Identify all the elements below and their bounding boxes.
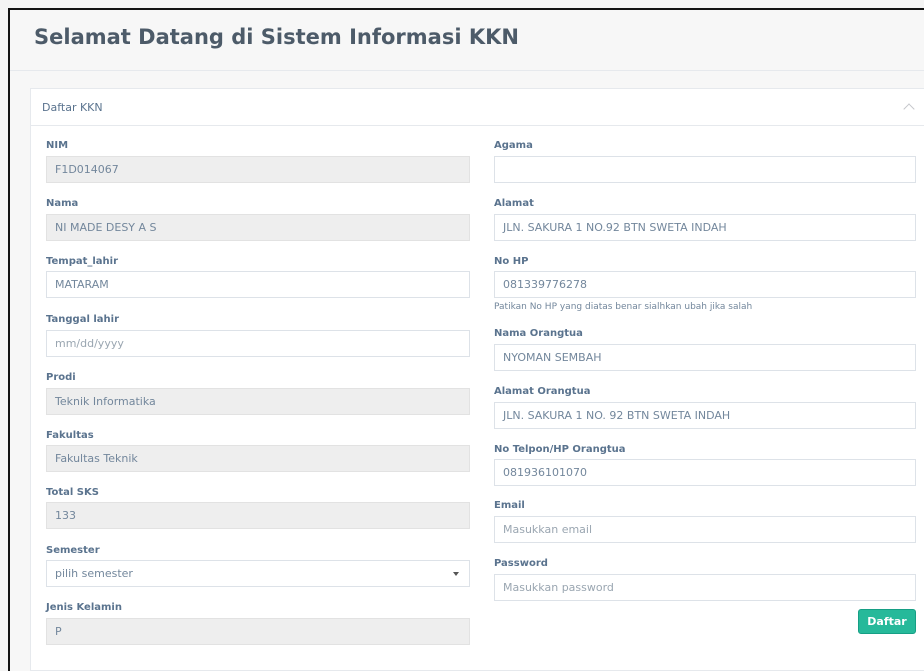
prodi-field[interactable]: Teknik Informatika: [46, 388, 470, 415]
telp-orangtua-label: No Telpon/HP Orangtua: [494, 444, 626, 455]
nama-label: Nama: [46, 198, 79, 209]
tempat-lahir-label: Tempat_lahir: [46, 256, 119, 267]
nim-field[interactable]: F1D014067: [46, 156, 470, 183]
tanggal-lahir-label: Tanggal lahir: [46, 314, 120, 325]
chevron-up-icon[interactable]: [903, 103, 915, 115]
nama-field[interactable]: NI MADE DESY A S: [46, 214, 470, 241]
title-divider: [10, 70, 924, 71]
alamat-field[interactable]: JLN. SAKURA 1 NO.92 BTN SWETA INDAH: [494, 214, 916, 241]
nim-label: NIM: [46, 140, 69, 151]
prodi-label: Prodi: [46, 372, 76, 383]
tempat-lahir-field[interactable]: MATARAM: [46, 271, 470, 298]
fakultas-field[interactable]: Fakultas Teknik: [46, 445, 470, 472]
nama-orangtua-field[interactable]: NYOMAN SEMBAH: [494, 344, 916, 371]
no-hp-help-text: Patikan No HP yang diatas benar sialhkan…: [494, 302, 753, 312]
no-hp-label: No HP: [494, 256, 529, 267]
total-sks-label: Total SKS: [46, 487, 99, 498]
no-hp-field[interactable]: 081339776278: [494, 271, 916, 298]
jenis-kelamin-field[interactable]: P: [46, 618, 470, 645]
email-label: Email: [494, 500, 525, 511]
agama-label: Agama: [494, 140, 533, 151]
tanggal-lahir-field[interactable]: mm/dd/yyyy: [46, 330, 470, 357]
panel-title: Daftar KKN: [42, 101, 103, 114]
telp-orangtua-field[interactable]: 081936101070: [494, 459, 916, 486]
nama-orangtua-label: Nama Orangtua: [494, 328, 583, 339]
agama-field[interactable]: [494, 156, 916, 183]
panel-header: Daftar KKN: [31, 89, 924, 126]
fakultas-label: Fakultas: [46, 430, 94, 441]
email-field[interactable]: Masukkan email: [494, 516, 916, 543]
page-title: Selamat Datang di Sistem Informasi KKN: [34, 25, 519, 49]
daftar-button[interactable]: Daftar: [858, 609, 916, 634]
total-sks-field[interactable]: 133: [46, 502, 470, 529]
semester-select[interactable]: pilih semester: [46, 560, 470, 587]
jenis-kelamin-label: Jenis Kelamin: [46, 602, 122, 613]
alamat-orangtua-label: Alamat Orangtua: [494, 386, 591, 397]
alamat-label: Alamat: [494, 198, 534, 209]
password-field[interactable]: Masukkan password: [494, 574, 916, 601]
password-label: Password: [494, 558, 548, 569]
alamat-orangtua-field[interactable]: JLN. SAKURA 1 NO. 92 BTN SWETA INDAH: [494, 402, 916, 429]
semester-label: Semester: [46, 545, 100, 556]
